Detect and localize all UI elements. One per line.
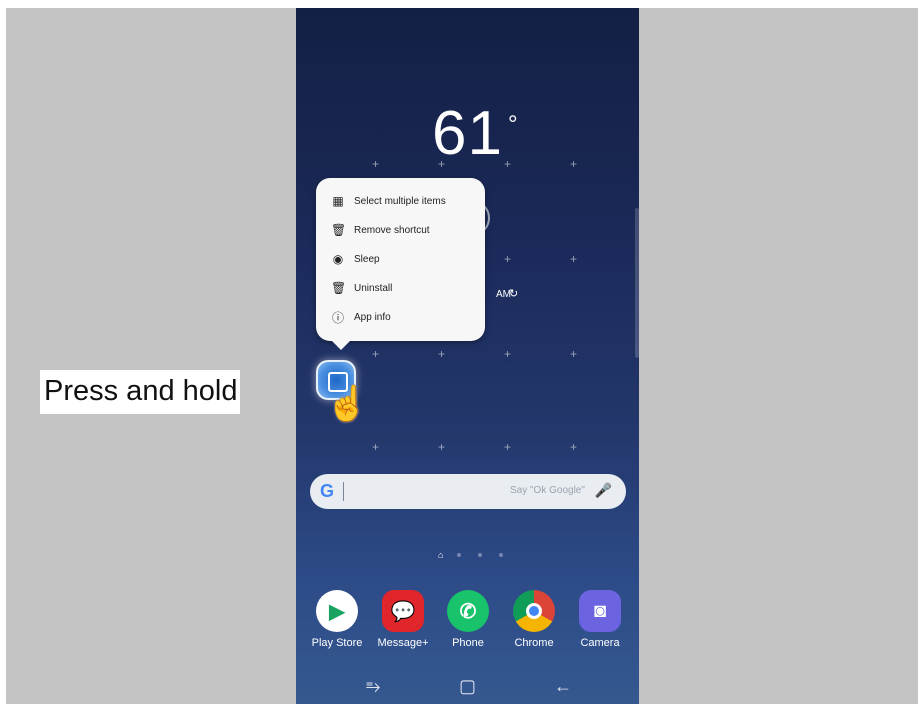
uninstall-icon: 🗑	[331, 281, 347, 295]
dock-app-label: Camera	[580, 637, 620, 649]
grid-plus-icon: +	[504, 157, 512, 171]
pointing-hand-icon: ☝	[326, 385, 369, 423]
dock-app-camera[interactable]: ◙ Camera	[572, 590, 628, 649]
menu-item-label: App info	[354, 311, 391, 323]
instruction-caption: Press and hold	[40, 370, 241, 414]
phone-icon: ✆	[447, 590, 489, 632]
trash-icon: 🗑	[331, 223, 347, 237]
menu-item-label: Uninstall	[354, 282, 393, 294]
menu-item-select-multiple[interactable]: ▦ Select multiple items	[331, 190, 446, 212]
dock-app-message-plus[interactable]: 💬 Message+	[375, 590, 431, 649]
page-dot	[478, 553, 483, 557]
grid-plus-icon: +	[438, 440, 446, 454]
grid-plus-icon: +	[438, 157, 446, 171]
menu-item-label: Remove shortcut	[354, 224, 430, 236]
dock-app-label: Chrome	[514, 637, 554, 649]
edge-panel-handle[interactable]	[635, 208, 639, 358]
page-dot	[499, 553, 504, 557]
camera-icon: ◙	[579, 590, 621, 632]
dock-app-label: Message+	[377, 637, 429, 649]
temperature-value: 61	[432, 99, 503, 168]
grid-plus-icon: +	[570, 252, 578, 266]
phone-home-screen: 61 ° + + + + + + + + + + + + + + AM ↻ ▦ …	[296, 8, 639, 704]
recent-apps-icon[interactable]: ⥱	[366, 676, 380, 697]
grid-plus-icon: +	[570, 157, 578, 171]
info-icon: ⓘ	[331, 310, 344, 325]
message-plus-icon: 💬	[382, 590, 424, 632]
navigation-bar: ⥱ ▢ ←	[296, 670, 639, 704]
dock-app-label: Play Store	[311, 637, 363, 649]
search-cursor	[343, 482, 344, 501]
google-logo-icon: G	[320, 481, 335, 501]
menu-item-remove-shortcut[interactable]: 🗑 Remove shortcut	[331, 219, 430, 241]
sleep-icon: ◉	[332, 252, 344, 266]
refresh-icon[interactable]: ↻	[509, 287, 518, 300]
microphone-icon[interactable]: 🎤	[595, 482, 612, 499]
grid-plus-icon: +	[372, 440, 380, 454]
grid-plus-icon: +	[504, 440, 512, 454]
grid-plus-icon: +	[372, 157, 380, 171]
page-indicator[interactable]: ⌂	[438, 550, 520, 560]
page-dot	[457, 553, 462, 557]
degree-symbol: °	[508, 111, 518, 138]
dock-app-chrome[interactable]: Chrome	[506, 590, 562, 649]
grid-plus-icon: +	[504, 252, 512, 266]
play-store-icon: ▶	[316, 590, 358, 632]
grid-plus-icon: +	[570, 440, 578, 454]
google-search-bar[interactable]: G Say "Ok Google" 🎤	[310, 474, 626, 509]
menu-item-app-info[interactable]: ⓘ App info	[331, 306, 391, 328]
chrome-icon	[513, 590, 555, 632]
menu-item-sleep[interactable]: ◉ Sleep	[331, 248, 380, 270]
grid-plus-icon: +	[504, 347, 512, 361]
back-arrow-icon[interactable]: ←	[554, 676, 572, 697]
home-button-icon[interactable]: ▢	[459, 676, 476, 697]
menu-item-uninstall[interactable]: 🗑 Uninstall	[331, 277, 392, 299]
search-placeholder: Say "Ok Google"	[510, 485, 585, 496]
menu-item-label: Select multiple items	[354, 195, 446, 207]
dock-app-play-store[interactable]: ▶ Play Store	[309, 590, 365, 649]
select-multiple-icon: ▦	[332, 194, 344, 208]
menu-item-label: Sleep	[354, 253, 380, 265]
dock-app-phone[interactable]: ✆ Phone	[440, 590, 496, 649]
dock-app-label: Phone	[452, 637, 484, 649]
app-context-menu: ▦ Select multiple items 🗑 Remove shortcu…	[316, 178, 485, 350]
home-page-icon: ⌂	[438, 550, 444, 560]
grid-plus-icon: +	[570, 347, 578, 361]
video-frame: 61 ° + + + + + + + + + + + + + + AM ↻ ▦ …	[6, 8, 918, 704]
grid-plus-icon: +	[372, 347, 380, 361]
grid-plus-icon: +	[438, 347, 446, 361]
